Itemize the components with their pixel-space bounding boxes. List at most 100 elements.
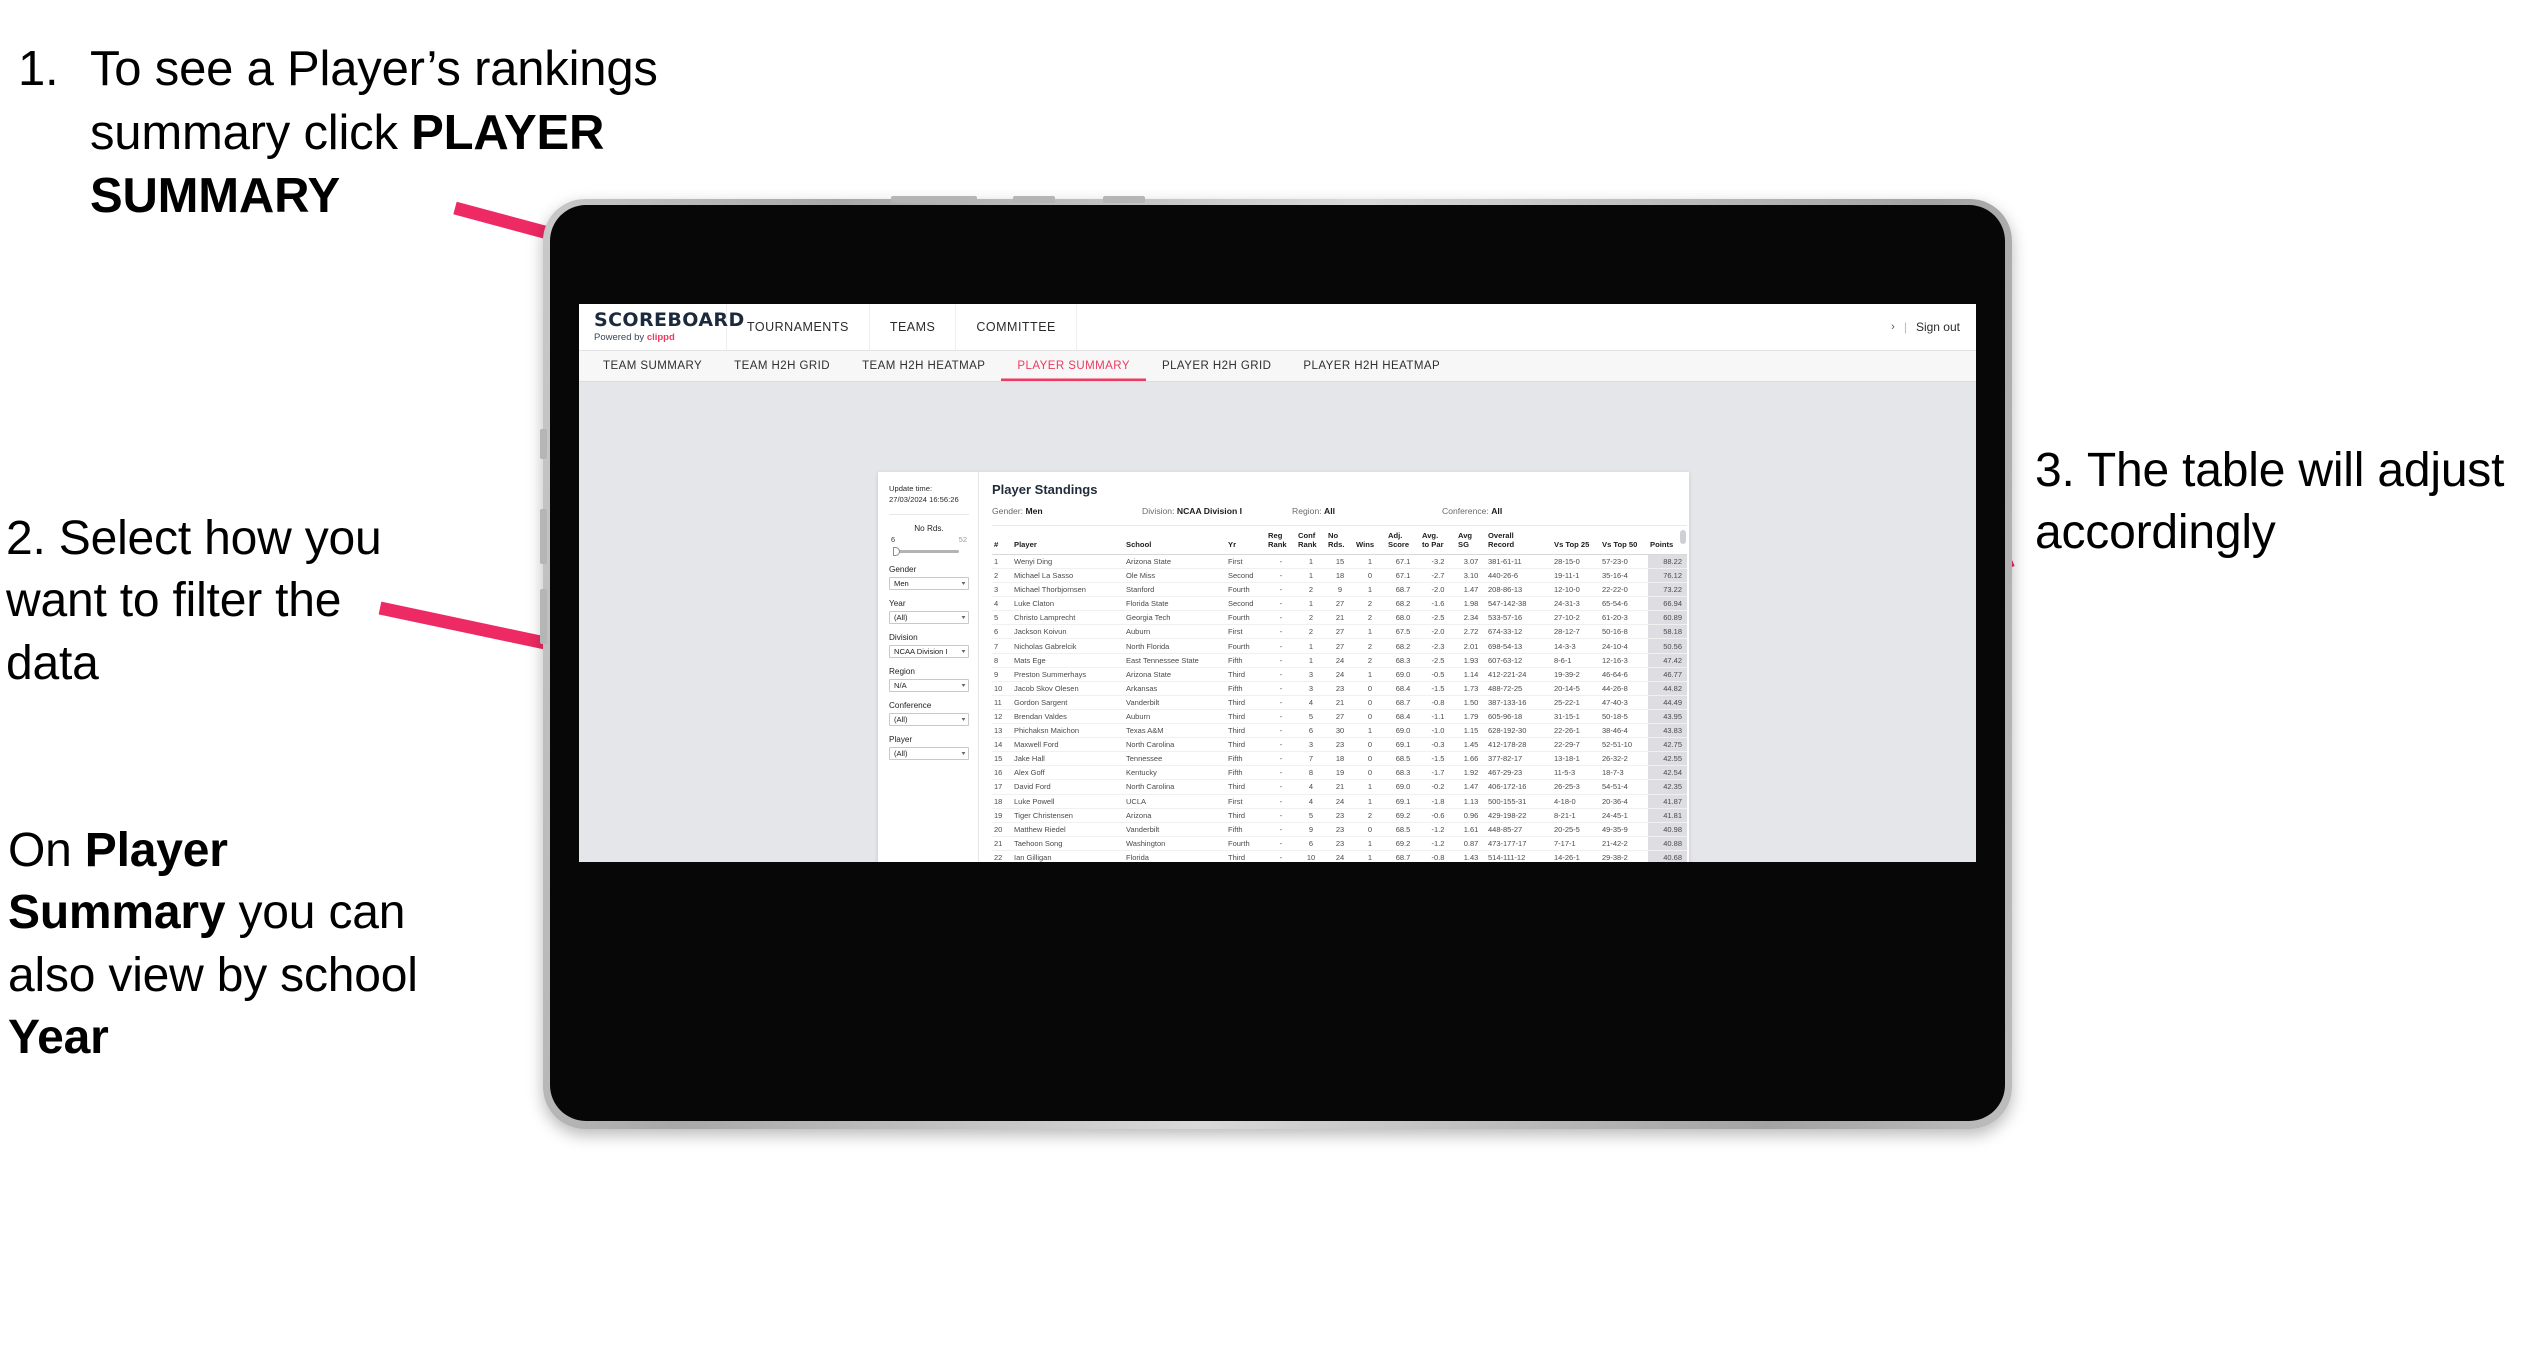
col-sg-l2: SG bbox=[1458, 539, 1469, 549]
cell-conf-rank: 4 bbox=[1296, 794, 1326, 809]
col-school[interactable]: School bbox=[1124, 526, 1226, 555]
table-row[interactable]: 7 Nicholas Gabrelcik North Florida Fourth -1… bbox=[992, 638, 1687, 654]
top-nav-tournaments[interactable]: TOURNAMENTS bbox=[727, 304, 870, 350]
table-row[interactable]: 2 Michael La Sasso Ole Miss Second -1 18 0 67.1… bbox=[992, 568, 1687, 584]
filter-gender-select[interactable]: Men ▾ bbox=[889, 577, 969, 590]
col-rank[interactable]: # bbox=[992, 526, 1012, 555]
table-row[interactable]: 22 Ian Gilligan Florida Third -10 24 1 68.7 -0.8… bbox=[992, 850, 1687, 862]
col-conf-rank[interactable]: Conf Rank bbox=[1296, 526, 1326, 555]
slider-handle[interactable] bbox=[893, 547, 900, 556]
table-row[interactable]: 21 Taehoon Song Washington Fourth -6 23 1 69.2-… bbox=[992, 836, 1687, 851]
cell-rank: 21 bbox=[992, 836, 1012, 851]
cell-yr: Third bbox=[1226, 709, 1266, 725]
brand-logo[interactable]: SCOREBOARD Powered by clippd bbox=[579, 304, 744, 350]
col-wins[interactable]: Wins bbox=[1354, 526, 1386, 555]
subnav-player-summary[interactable]: PLAYER SUMMARY bbox=[1001, 351, 1146, 381]
tablet-power-button[interactable] bbox=[1013, 196, 1055, 203]
filter-division-select[interactable]: NCAA Division I ▾ bbox=[889, 645, 969, 658]
filter-player-select[interactable]: (All) ▾ bbox=[889, 747, 969, 760]
cell-yr: First bbox=[1226, 554, 1266, 570]
cell-school: Kentucky bbox=[1124, 765, 1226, 781]
filter-no-rounds[interactable]: No Rds. 6 52 bbox=[889, 524, 969, 556]
table-row[interactable]: 9 Preston Summerhays Arizona State Third -3 2… bbox=[992, 667, 1687, 682]
table-row[interactable]: 3 Michael Thorbjornsen Stanford Fourth -2 9 1 6… bbox=[992, 582, 1687, 598]
tablet-volume-up-button[interactable] bbox=[540, 509, 547, 564]
annotation-3-pre: On bbox=[8, 824, 85, 877]
cell-conf-rank: 1 bbox=[1296, 653, 1326, 668]
filter-region-label: Region bbox=[889, 667, 915, 676]
col-vs-top-25[interactable]: Vs Top 25 bbox=[1552, 526, 1600, 555]
cell-points: 42.35 bbox=[1648, 779, 1687, 795]
subnav-team-h2h-grid[interactable]: TEAM H2H GRID bbox=[718, 351, 846, 381]
table-scrollbar[interactable] bbox=[1680, 530, 1686, 782]
col-adj-l2: Score bbox=[1388, 539, 1410, 549]
filter-year-select[interactable]: (All) ▾ bbox=[889, 611, 969, 624]
cell-avg-sg: 1.79 bbox=[1456, 709, 1486, 725]
top-nav-teams[interactable]: TEAMS bbox=[870, 304, 957, 350]
cell-reg-rank: - bbox=[1266, 582, 1296, 598]
table-scrollbar-thumb[interactable] bbox=[1680, 530, 1686, 544]
table-row[interactable]: 11 Gordon Sargent Vanderbilt Third -4 21 0 68.7… bbox=[992, 695, 1687, 710]
filter-region-select[interactable]: N/A ▾ bbox=[889, 679, 969, 692]
table-row[interactable]: 20 Matthew Riedel Vanderbilt Fifth -9 23 0 68.5… bbox=[992, 822, 1687, 837]
subnav-player-h2h-grid[interactable]: PLAYER H2H GRID bbox=[1146, 351, 1287, 381]
sign-out-link[interactable]: Sign out bbox=[1916, 320, 1960, 334]
col-atp-l1: Avg. bbox=[1422, 531, 1439, 540]
col-yr[interactable]: Yr bbox=[1226, 526, 1266, 555]
col-adj-score[interactable]: Adj. Score bbox=[1386, 526, 1420, 555]
col-no-rds[interactable]: No Rds. bbox=[1326, 526, 1354, 555]
no-rounds-slider[interactable] bbox=[889, 546, 969, 556]
cell-conf-rank: 3 bbox=[1296, 681, 1326, 696]
table-row[interactable]: 16 Alex Goff Kentucky Fifth -8 19 0 68.3 -1.7 1.9… bbox=[992, 765, 1687, 781]
cell-points: 40.68 bbox=[1648, 850, 1687, 862]
table-row[interactable]: 18 Luke Powell UCLA First -4 24 1 69.1 -1.8 1.13 5… bbox=[992, 794, 1687, 809]
cell-vs-top-25: 19-11-1 bbox=[1552, 568, 1600, 584]
col-avg-sg[interactable]: Avg SG bbox=[1456, 526, 1486, 555]
cell-yr: Fourth bbox=[1226, 582, 1266, 598]
table-row[interactable]: 15 Jake Hall Tennessee Fifth -7 18 0 68.5 -1.5 1.… bbox=[992, 751, 1687, 767]
table-row[interactable]: 8 Mats Ege East Tennessee State Fifth -1 24 2 6… bbox=[992, 653, 1687, 668]
cell-avg-sg: 3.07 bbox=[1456, 554, 1486, 570]
filter-conference-select[interactable]: (All) ▾ bbox=[889, 713, 969, 726]
chevron-right-icon[interactable]: › bbox=[1891, 321, 1895, 333]
tablet-volume-down-button[interactable] bbox=[540, 589, 547, 644]
table-row[interactable]: 12 Brendan Valdes Auburn Third -5 27 0 68.4 -1.1… bbox=[992, 709, 1687, 725]
cell-rank: 4 bbox=[992, 596, 1012, 612]
col-overall-record[interactable]: Overall Record bbox=[1486, 526, 1552, 555]
col-pts-l1: Points bbox=[1650, 539, 1674, 549]
table-row[interactable]: 19 Tiger Christensen Arizona Third -5 23 2 69.2… bbox=[992, 808, 1687, 823]
cell-overall-record: 440-26-6 bbox=[1486, 568, 1552, 584]
table-row[interactable]: 4 Luke Claton Florida State Second -1 27 2 68.2… bbox=[992, 596, 1687, 612]
tablet-mute-button[interactable] bbox=[540, 429, 547, 459]
cell-vs-top-50: 35-16-4 bbox=[1600, 568, 1648, 584]
cell-rank: 15 bbox=[992, 751, 1012, 767]
cell-wins: 2 bbox=[1354, 653, 1386, 668]
table-row[interactable]: 14 Maxwell Ford North Carolina Third -3 23 0 69… bbox=[992, 737, 1687, 753]
table-row[interactable]: 10 Jacob Skov Olesen Arkansas Fifth -3 23 0 68.… bbox=[992, 681, 1687, 696]
cell-reg-rank: - bbox=[1266, 624, 1296, 640]
subnav-player-h2h-heatmap[interactable]: PLAYER H2H HEATMAP bbox=[1287, 351, 1456, 381]
col-reg-rank[interactable]: Reg Rank bbox=[1266, 526, 1296, 555]
subnav-team-summary[interactable]: TEAM SUMMARY bbox=[587, 351, 718, 381]
cell-wins: 1 bbox=[1354, 779, 1386, 795]
cell-adj-score: 69.0 bbox=[1386, 667, 1420, 682]
cell-overall-record: 387-133-16 bbox=[1486, 695, 1552, 710]
cell-vs-top-25: 7-17-1 bbox=[1552, 836, 1600, 851]
table-row[interactable]: 13 Phichaksn Maichon Texas A&M Third -6 30 1 69… bbox=[992, 723, 1687, 739]
col-avg-to-par[interactable]: Avg. to Par bbox=[1420, 526, 1456, 555]
table-row[interactable]: 1 Wenyi Ding Arizona State First -1 15 1 67.1 -3… bbox=[992, 554, 1687, 570]
subnav-team-h2h-heatmap[interactable]: TEAM H2H HEATMAP bbox=[846, 351, 1001, 381]
summary-conference: Conference: All bbox=[1442, 506, 1592, 516]
table-row[interactable]: 17 David Ford North Carolina Third -4 21 1 69.0… bbox=[992, 779, 1687, 795]
cell-avg-to-par: -2.5 bbox=[1420, 610, 1456, 626]
update-time: Update time: 27/03/2024 16:56:26 bbox=[889, 483, 969, 515]
col-rec-l1: Overall bbox=[1488, 531, 1514, 540]
top-nav-committee[interactable]: COMMITTEE bbox=[956, 304, 1077, 350]
col-vs-top-50[interactable]: Vs Top 50 bbox=[1600, 526, 1648, 555]
table-row[interactable]: 5 Christo Lamprecht Georgia Tech Fourth -2 21… bbox=[992, 610, 1687, 626]
table-row[interactable]: 6 Jackson Koivun Auburn First -2 27 1 67.5 -2.0 2… bbox=[992, 624, 1687, 640]
cell-adj-score: 67.1 bbox=[1386, 554, 1420, 570]
cell-rank: 22 bbox=[992, 850, 1012, 862]
cell-player: Luke Powell bbox=[1012, 794, 1124, 809]
col-player[interactable]: Player bbox=[1012, 526, 1124, 555]
